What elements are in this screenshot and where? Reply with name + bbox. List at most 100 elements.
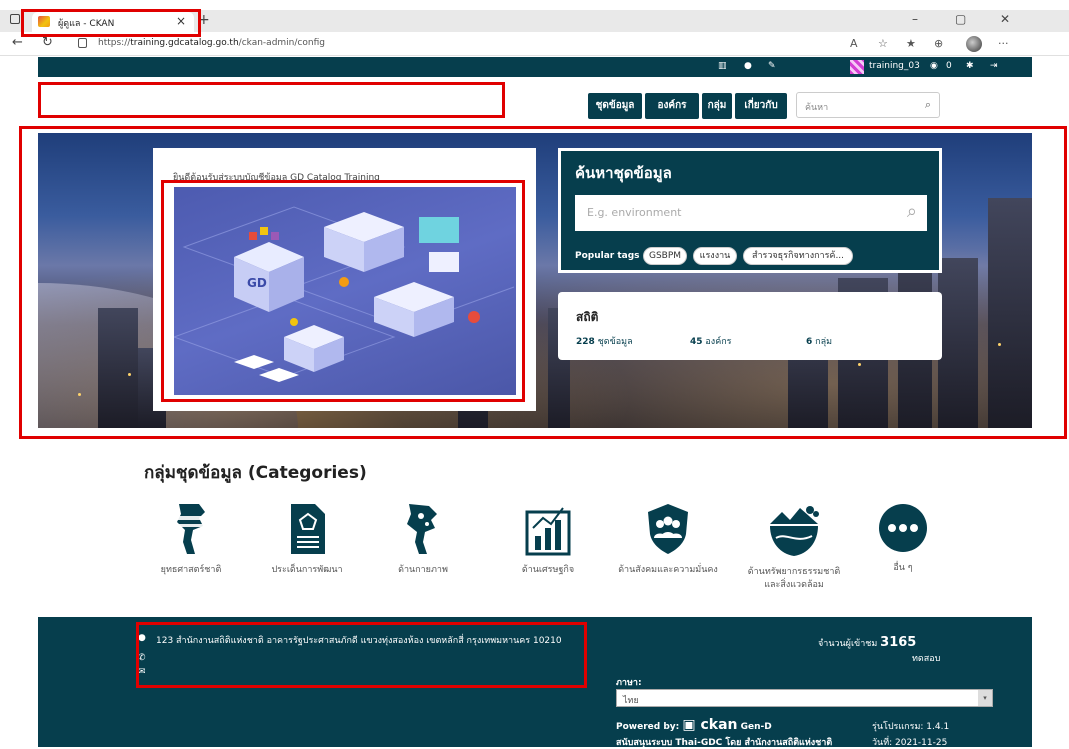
user-icon[interactable]: ● (744, 61, 752, 71)
tag-pill[interactable]: สำรวจธุรกิจทางการค้... (743, 247, 853, 265)
close-tab-icon[interactable]: × (176, 14, 186, 28)
dataset-search-placeholder: E.g. environment (587, 206, 682, 219)
sysadmin-chart-icon[interactable]: ▥ (718, 61, 727, 71)
hero-building (938, 258, 978, 428)
read-aloud-icon[interactable]: A (850, 37, 858, 50)
user-avatar[interactable] (850, 60, 864, 74)
maximize-icon[interactable]: ▢ (955, 12, 966, 26)
language-label: ภาษา: (616, 678, 642, 688)
footer-address: 123 สำนักงานสถิติแห่งชาติ อาคารรัฐประศาส… (156, 636, 562, 646)
favorites-icon[interactable]: ★ (906, 37, 916, 50)
popular-tags-label: Popular tags (575, 251, 640, 261)
lock-icon[interactable] (78, 38, 87, 48)
dataset-search-input[interactable]: E.g. environment ⌕ (575, 195, 927, 231)
dataset-search-card: ค้นหาชุดข้อมูล E.g. environment ⌕ Popula… (558, 148, 942, 273)
category-label: ยุทธศาสตร์ชาติ (160, 565, 222, 575)
language-select[interactable]: ไทย ▾ (616, 689, 993, 707)
category-society-security[interactable]: ด้านสังคมและความมั่นคง (608, 502, 728, 577)
close-window-icon[interactable]: ✕ (1000, 12, 1010, 26)
favicon-icon (38, 16, 50, 27)
visitor-sub: ทดสอบ (912, 654, 941, 664)
version-text: รุ่นโปรแกรม: 1.4.1 (872, 722, 950, 732)
hero-light (128, 373, 131, 376)
category-label: ด้านทรัพยากรธรรมชาติ (747, 567, 841, 577)
search-icon[interactable]: ⌕ (907, 201, 917, 222)
nav-about[interactable]: เกี่ยวกับ (735, 93, 787, 119)
ckan-logo-icon[interactable]: ▣ ckan (682, 717, 737, 733)
username-link[interactable]: training_03 (869, 61, 920, 71)
email-icon[interactable]: ✉ (138, 667, 146, 677)
categories-title: กลุ่มชุดข้อมูล (Categories) (144, 463, 367, 483)
category-national-strategy[interactable]: ยุทธศาสตร์ชาติ (131, 502, 251, 577)
gend-logo[interactable]: Gen-D (741, 722, 772, 732)
account-bar: ▥ ● ✎ training_03 ◉ 0 ✱ ⇥ (38, 57, 1032, 77)
activity-count[interactable]: 0 (946, 61, 952, 71)
tab-actions-icon[interactable] (10, 14, 20, 24)
category-label: ด้านสังคมและความมั่นคง (618, 565, 718, 575)
people-shield-icon (648, 504, 688, 554)
gd-catalog-illustration: GD (174, 187, 516, 395)
nav-groups[interactable]: กลุ่ม (702, 93, 732, 119)
stats-title: สถิติ (576, 310, 599, 324)
stat-datasets[interactable]: 228 ชุดข้อมูล (576, 334, 633, 348)
nature-icon (770, 506, 819, 556)
phone-icon: ✆ (138, 653, 146, 663)
nav-datasets[interactable]: ชุดข้อมูล (588, 93, 642, 119)
category-label: ด้านกายภาพ (398, 565, 448, 575)
category-natural-resources[interactable]: ด้านทรัพยากรธรรมชาติ และสิ่งแวดล้อม (734, 502, 854, 592)
settings-gear-icon[interactable]: ✱ (966, 61, 974, 71)
more-icon[interactable]: ··· (998, 37, 1009, 50)
hero-light (998, 343, 1001, 346)
stat-organizations[interactable]: 45 องค์กร (690, 334, 732, 348)
browser-tab[interactable]: ผู้ดูแล - CKAN × (32, 12, 194, 32)
category-label: ด้านเศรษฐกิจ (521, 565, 575, 575)
thailand-flag-map-icon (173, 504, 209, 554)
stats-card: สถิติ 228 ชุดข้อมูล 45 องค์กร 6 กลุ่ม (558, 292, 942, 360)
site-search-placeholder: ค้นหา (805, 103, 829, 113)
stat-groups[interactable]: 6 กลุ่ม (806, 334, 832, 348)
thailand-map-icon (407, 504, 437, 554)
wrench-icon[interactable]: ✎ (768, 61, 776, 71)
category-label: ประเด็นการพัฒนา (271, 565, 343, 575)
category-physical[interactable]: ด้านกายภาพ (363, 502, 483, 577)
highlight-logo-area (38, 82, 505, 118)
tab-title: ผู้ดูแล - CKAN (58, 19, 115, 29)
language-value: ไทย (623, 696, 639, 706)
isometric-illustration-icon: GD (174, 206, 515, 382)
category-development-issues[interactable]: ประเด็นการพัฒนา (247, 502, 367, 577)
hero-building (988, 198, 1032, 428)
site-footer: ● 123 สำนักงานสถิติแห่งชาติ อาคารรัฐประศ… (38, 617, 1032, 748)
logout-icon[interactable]: ⇥ (990, 61, 998, 71)
reload-icon[interactable]: ↻ (42, 35, 53, 50)
more-icon (879, 504, 927, 552)
url-field[interactable]: https://training.gdcatalog.go.th/ckan-ad… (98, 38, 325, 48)
document-icon (291, 504, 325, 554)
powered-by: Powered by: ▣ ckan Gen-D (616, 717, 772, 733)
welcome-text: ยินดีต้อนรับสู่ระบบบัญชีข้อมูล GD Catalo… (173, 173, 380, 183)
collections-icon[interactable]: ⊕ (934, 37, 943, 50)
category-label-line2: และสิ่งแวดล้อม (764, 580, 824, 590)
chevron-down-icon[interactable]: ▾ (978, 690, 992, 706)
new-tab-icon[interactable]: + (198, 12, 210, 28)
nav-organizations[interactable]: องค์กร (645, 93, 699, 119)
hero-building (98, 308, 138, 428)
svg-text:GD: GD (247, 276, 267, 290)
bar-chart-icon (525, 507, 571, 556)
category-economy[interactable]: ด้านเศรษฐกิจ (488, 502, 608, 577)
address-bar: ← ↻ https://training.gdcatalog.go.th/cka… (0, 32, 1069, 56)
site-search-input[interactable]: ค้นหา ⌕ (796, 92, 940, 118)
hero-light (78, 393, 81, 396)
extensions-icon[interactable]: ☆ (878, 37, 888, 50)
hero-light (858, 363, 861, 366)
category-other[interactable]: อื่น ๆ (843, 502, 963, 575)
tag-pill[interactable]: GSBPM (643, 247, 687, 265)
back-icon[interactable]: ← (12, 35, 23, 50)
profile-avatar[interactable] (966, 36, 982, 52)
category-label: อื่น ๆ (893, 563, 913, 573)
location-icon: ● (138, 633, 146, 643)
visitor-counter: จำนวนผู้เข้าชม 3165 (818, 635, 917, 650)
minimize-icon[interactable]: – (912, 12, 918, 26)
search-icon[interactable]: ⌕ (925, 98, 931, 112)
dashboard-icon[interactable]: ◉ (930, 61, 938, 71)
tag-pill[interactable]: แรงงาน (693, 247, 737, 265)
